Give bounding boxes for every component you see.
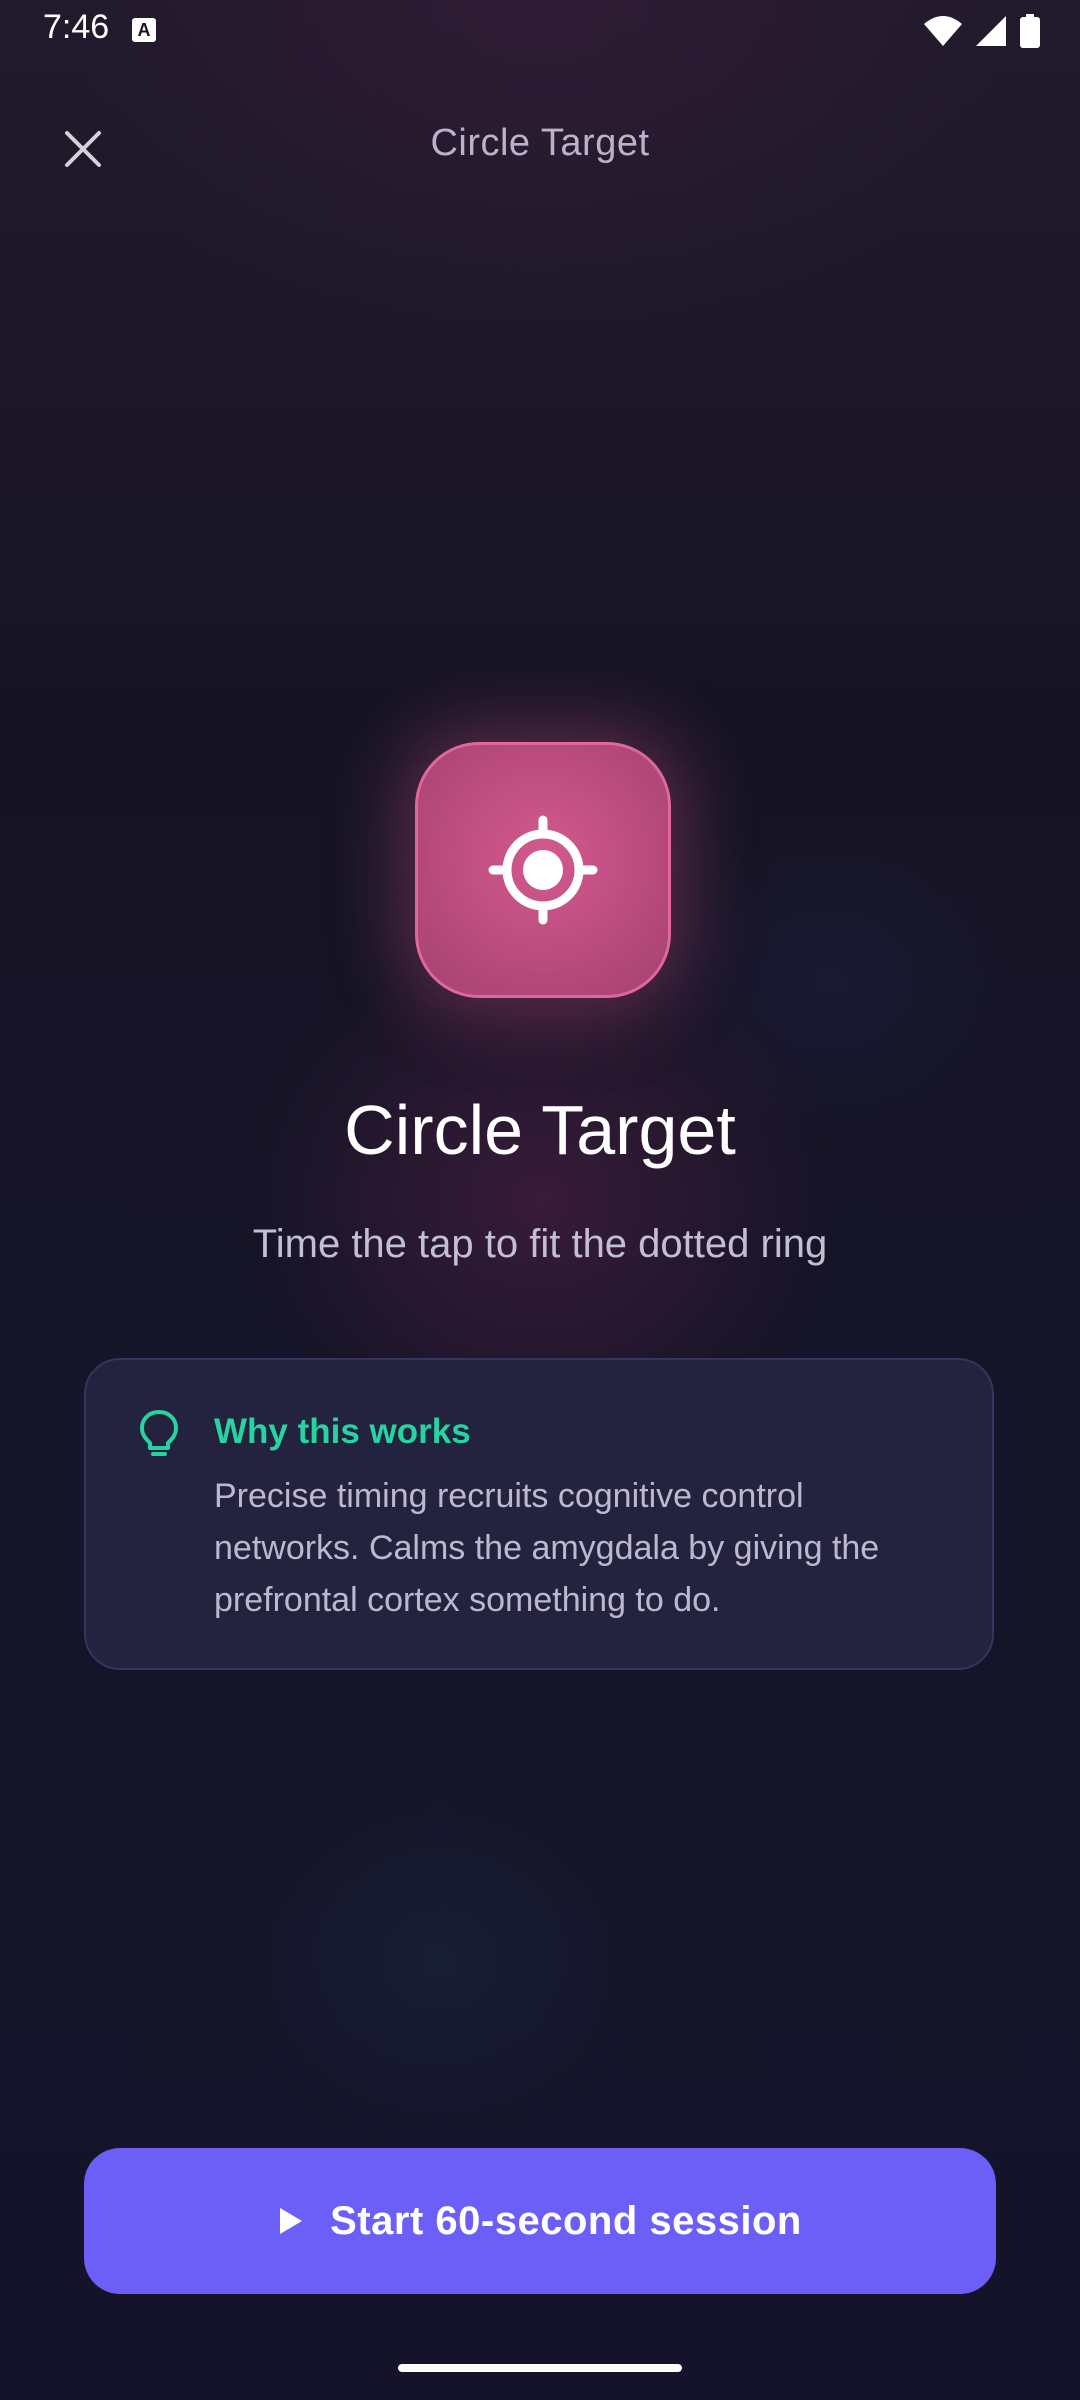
exercise-icon-tile <box>415 742 671 998</box>
card-body: Precise timing recruits cognitive contro… <box>214 1477 880 1619</box>
status-bar: 7:46 A <box>0 0 1080 60</box>
exercise-title: Circle Target <box>344 1091 736 1169</box>
lightbulb-icon <box>140 1410 178 1456</box>
wifi-icon <box>924 16 962 46</box>
card-heading: Why this works <box>214 1412 471 1451</box>
top-app-bar: Circle Target <box>0 100 1080 190</box>
background-gradient <box>0 0 1080 2400</box>
a-keyboard-icon: A <box>132 18 156 42</box>
signal-icon <box>976 16 1006 46</box>
start-session-button[interactable]: Start 60-second session <box>84 2148 996 2294</box>
play-icon <box>280 2208 303 2234</box>
home-indicator[interactable] <box>398 2364 682 2372</box>
page-title: Circle Target <box>430 122 650 164</box>
status-time: 7:46 <box>43 8 110 46</box>
battery-icon <box>1020 14 1040 48</box>
status-icons <box>924 14 1040 48</box>
start-session-label: Start 60-second session <box>330 2198 802 2243</box>
why-this-works-card: Why this works Precise timing recruits c… <box>84 1358 994 1670</box>
exercise-subtitle: Time the tap to fit the dotted ring <box>252 1222 828 1266</box>
target-icon <box>488 815 598 925</box>
